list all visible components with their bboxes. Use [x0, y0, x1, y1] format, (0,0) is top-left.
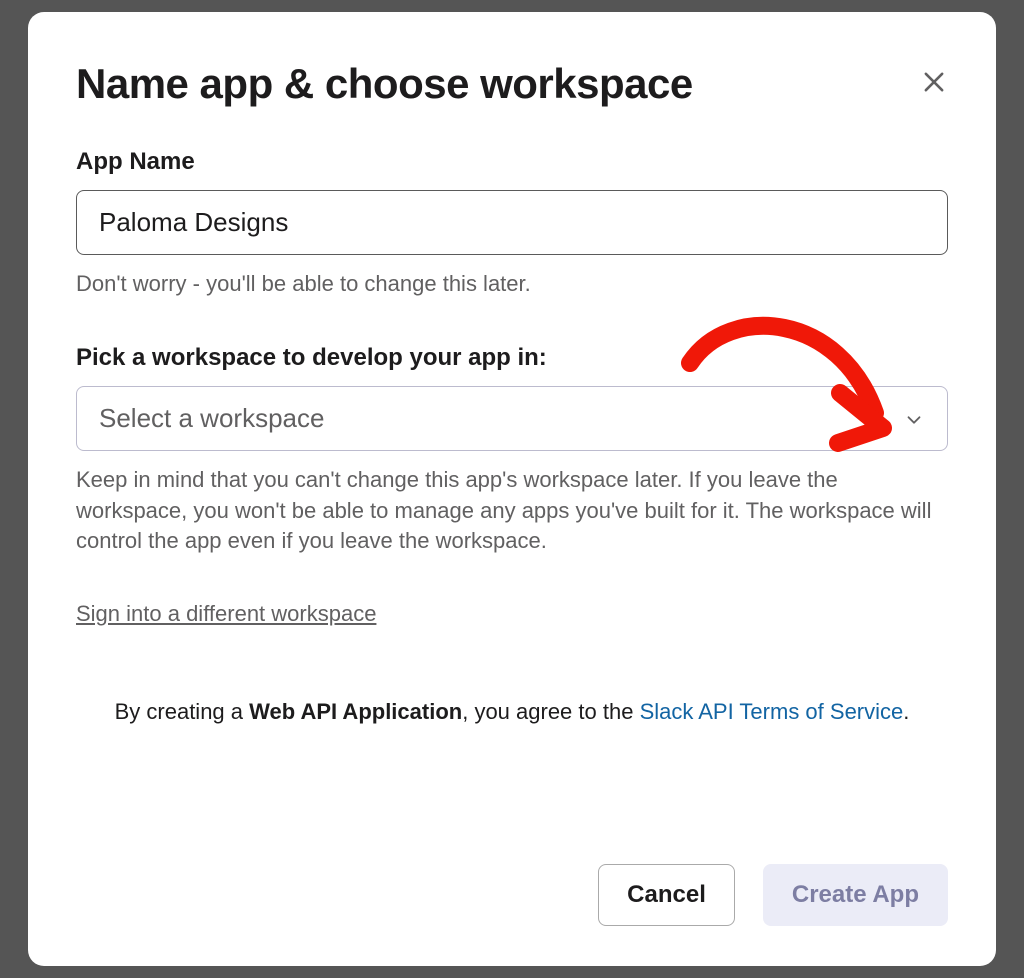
terms-middle: , you agree to the [462, 699, 639, 724]
chevron-down-icon [903, 407, 925, 429]
modal-footer: Cancel Create App [76, 824, 948, 926]
workspace-hint: Keep in mind that you can't change this … [76, 465, 948, 557]
workspace-label: Pick a workspace to develop your app in: [76, 344, 948, 372]
modal-title: Name app & choose workspace [76, 60, 693, 108]
workspace-section: Pick a workspace to develop your app in:… [76, 344, 948, 627]
create-app-button[interactable]: Create App [763, 864, 948, 926]
app-name-label: App Name [76, 148, 948, 176]
app-name-hint: Don't worry - you'll be able to change t… [76, 269, 948, 300]
terms-prefix: By creating a [115, 699, 250, 724]
terms-text: By creating a Web API Application, you a… [76, 697, 948, 728]
app-name-input[interactable] [76, 190, 948, 255]
terms-bold: Web API Application [249, 699, 462, 724]
modal-header: Name app & choose workspace [76, 60, 948, 108]
cancel-button[interactable]: Cancel [598, 864, 735, 926]
signin-different-workspace-link[interactable]: Sign into a different workspace [76, 601, 376, 627]
workspace-select-placeholder: Select a workspace [99, 403, 324, 434]
app-name-section: App Name Don't worry - you'll be able to… [76, 148, 948, 300]
create-app-modal: Name app & choose workspace App Name Don… [28, 12, 996, 966]
terms-suffix: . [903, 699, 909, 724]
close-icon[interactable] [920, 68, 948, 96]
workspace-select[interactable]: Select a workspace [76, 386, 948, 451]
terms-link[interactable]: Slack API Terms of Service [640, 699, 904, 724]
